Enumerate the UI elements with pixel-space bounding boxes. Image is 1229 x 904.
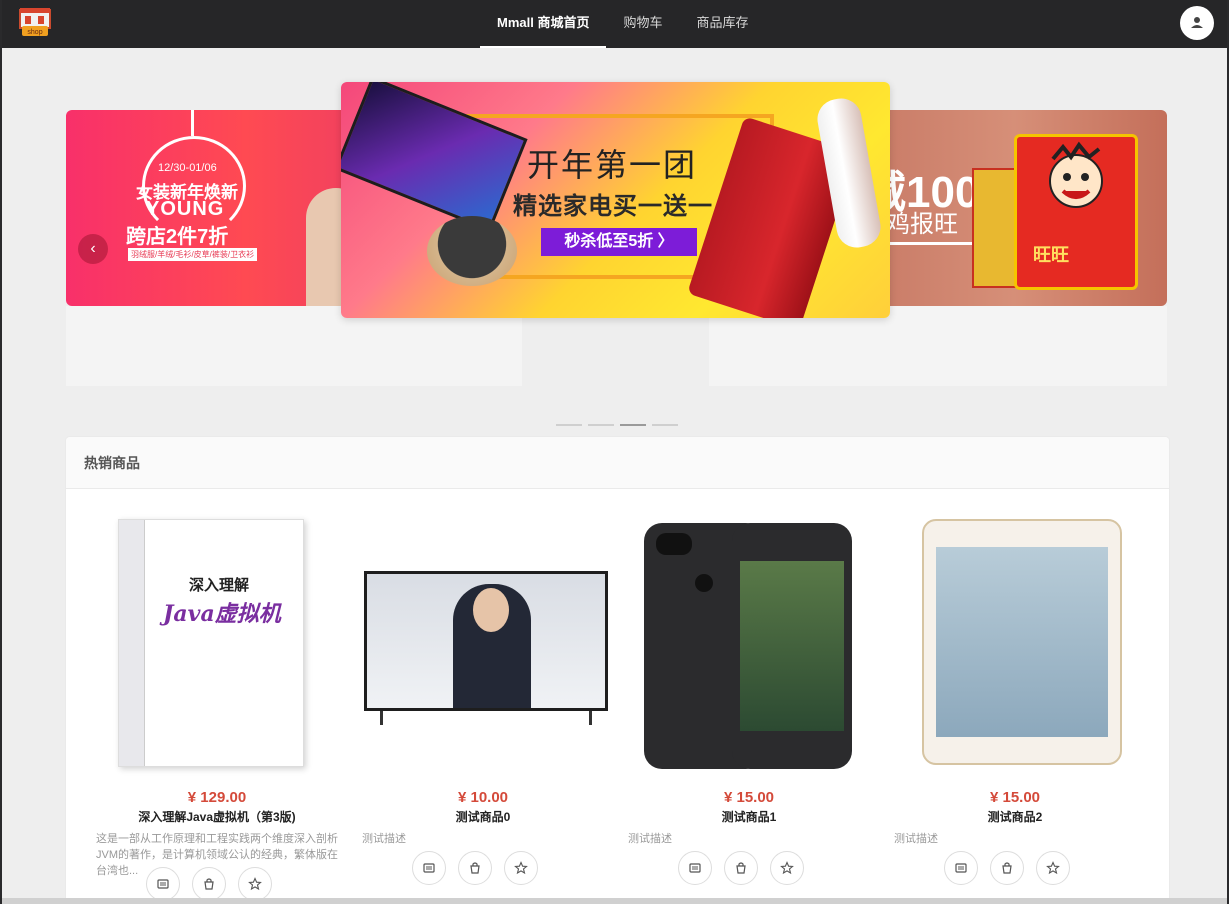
star-icon	[780, 861, 794, 875]
add-to-cart-button[interactable]	[724, 851, 758, 885]
carousel-slide-fashion[interactable]: 12/30-01/06 女装新年焕新 YOUNG 跨店2件7折 羽绒服/羊绒/毛…	[66, 110, 366, 306]
carousel-indicator-4[interactable]	[652, 424, 678, 426]
hot-products-panel: 热销商品 深入理解 Java虚拟机 ¥ 129.00 深入理解Java虚拟机（第…	[66, 437, 1169, 904]
product-card[interactable]: ¥ 15.00 测试商品1 测试描述	[626, 489, 892, 904]
product-card[interactable]: ¥ 10.00 测试商品0 测试描述	[360, 489, 626, 904]
flash-sale-button[interactable]: 秒杀低至5折 〉	[541, 228, 697, 256]
slide-date: 12/30-01/06	[158, 162, 217, 174]
mascot-icon	[1049, 141, 1103, 208]
slide-headline: 开年第一团	[527, 146, 698, 184]
product-price: ¥ 15.00	[723, 789, 775, 806]
carousel-indicator-1[interactable]	[556, 424, 582, 426]
tv-face	[473, 588, 509, 632]
pack-text: 旺旺	[1033, 245, 1069, 265]
top-navbar: shop Mmall 商城首页 购物车 商品库存	[2, 0, 1227, 48]
detail-button[interactable]	[412, 851, 446, 885]
product-name[interactable]: 测试商品2	[892, 808, 1138, 825]
product-name[interactable]: 深入理解Java虚拟机（第3版)	[94, 808, 340, 825]
favorite-button[interactable]	[504, 851, 538, 885]
carousel-backdrop-left	[66, 306, 522, 386]
detail-icon	[157, 879, 169, 889]
slide-promo: 跨店2件7折	[126, 226, 229, 248]
detail-button[interactable]	[678, 851, 712, 885]
product-desc: 测试描述	[894, 833, 938, 845]
detail-icon	[423, 863, 435, 873]
product-actions	[678, 851, 804, 885]
tv-stand	[380, 711, 592, 725]
slide-subhead: 精选家电买一送一	[513, 193, 713, 220]
product-price: ¥ 15.00	[989, 789, 1041, 806]
product-card[interactable]: 深入理解 Java虚拟机 ¥ 129.00 深入理解Java虚拟机（第3版) 这…	[94, 489, 360, 904]
add-to-cart-button[interactable]	[990, 851, 1024, 885]
product-actions	[146, 867, 272, 901]
phone-screen	[740, 561, 844, 731]
product-image[interactable]: 深入理解 Java虚拟机	[94, 519, 346, 771]
bag-icon	[204, 878, 214, 890]
nav-cart[interactable]: 购物车	[606, 0, 679, 48]
favorite-button[interactable]	[238, 867, 272, 901]
tablet-image	[922, 519, 1122, 765]
carousel-prev-button[interactable]: ‹	[78, 234, 108, 264]
favorite-button[interactable]	[1036, 851, 1070, 885]
star-icon	[248, 877, 262, 891]
product-price: ¥ 10.00	[457, 789, 509, 806]
star-icon	[514, 861, 528, 875]
carousel-backdrop-right	[709, 306, 1167, 386]
phone-front	[732, 523, 852, 769]
slide-categories: 羽绒服/羊绒/毛衫/皮草/裤装/卫衣衫	[128, 248, 258, 261]
tablet-screen	[936, 547, 1108, 737]
robot-vacuum-image	[427, 216, 517, 286]
bag-icon	[1002, 862, 1012, 874]
shop-logo[interactable]: shop	[18, 6, 52, 38]
carousel-slide-snacks[interactable]: 减100 金鸡报旺 旺旺	[862, 110, 1167, 306]
detail-button[interactable]	[146, 867, 180, 901]
tv-screen	[364, 571, 608, 711]
product-actions	[412, 851, 538, 885]
product-name[interactable]: 测试商品0	[360, 808, 606, 825]
favorite-button[interactable]	[770, 851, 804, 885]
carousel-slide-appliances[interactable]: 开年第一团 精选家电买一送一 秒杀低至5折 〉	[341, 82, 890, 318]
product-actions	[944, 851, 1070, 885]
book-accent: Java虚拟机	[163, 601, 281, 627]
carousel-indicator-2[interactable]	[588, 424, 614, 426]
book-cover: 深入理解 Java虚拟机	[118, 519, 304, 767]
carousel-indicator-3[interactable]	[620, 424, 646, 426]
carousel-indicators	[556, 424, 678, 426]
add-to-cart-button[interactable]	[192, 867, 226, 901]
bag-icon	[736, 862, 746, 874]
book-spine	[119, 520, 145, 766]
logo-text: shop	[27, 29, 42, 36]
product-list: 深入理解 Java虚拟机 ¥ 129.00 深入理解Java虚拟机（第3版) 这…	[66, 489, 1169, 904]
banner-carousel: 12/30-01/06 女装新年焕新 YOUNG 跨店2件7折 羽绒服/羊绒/毛…	[2, 48, 1227, 438]
main-nav: Mmall 商城首页 购物车 商品库存	[480, 0, 766, 48]
snack-pack-large: 旺旺	[1014, 134, 1138, 290]
user-avatar-button[interactable]	[1180, 6, 1214, 40]
book-title: 深入理解	[189, 577, 250, 594]
product-desc: 测试描述	[628, 833, 672, 845]
bag-icon	[470, 862, 480, 874]
product-card[interactable]: ¥ 15.00 测试商品2 测试描述	[892, 489, 1158, 904]
slide-young: YOUNG	[146, 198, 225, 220]
product-desc: 测试描述	[362, 833, 406, 845]
detail-icon	[689, 863, 701, 873]
product-image[interactable]	[626, 519, 878, 771]
product-image[interactable]	[892, 519, 1144, 771]
product-name[interactable]: 测试商品1	[626, 808, 872, 825]
nav-home[interactable]: Mmall 商城首页	[480, 0, 607, 48]
panel-title: 热销商品	[66, 437, 1169, 489]
product-image[interactable]	[360, 519, 612, 771]
nav-inventory[interactable]: 商品库存	[679, 0, 765, 48]
detail-button[interactable]	[944, 851, 978, 885]
add-to-cart-button[interactable]	[458, 851, 492, 885]
tag-string	[191, 110, 194, 136]
horizontal-scrollbar[interactable]	[2, 898, 1227, 904]
user-icon	[1191, 17, 1203, 28]
star-icon	[1046, 861, 1060, 875]
detail-icon	[955, 863, 967, 873]
product-price: ¥ 129.00	[187, 789, 247, 806]
shop-logo-icon: shop	[19, 8, 51, 36]
